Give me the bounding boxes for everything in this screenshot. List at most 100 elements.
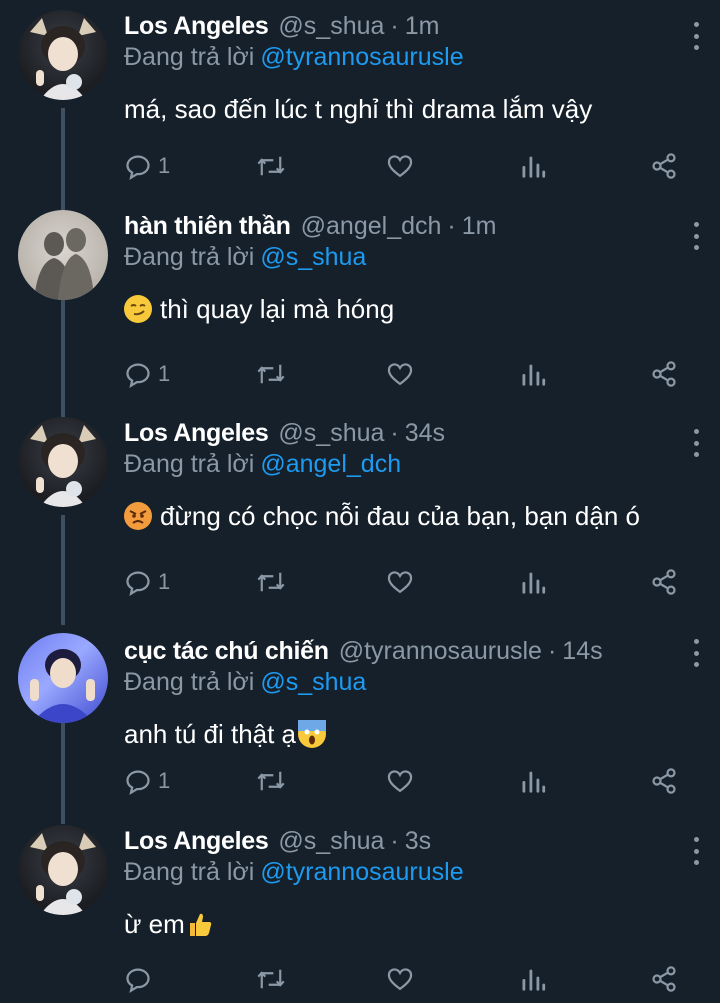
share-button[interactable] xyxy=(650,152,678,180)
retweet-button[interactable] xyxy=(256,965,286,993)
like-button[interactable] xyxy=(386,152,414,180)
retweet-icon xyxy=(256,568,286,596)
analytics-icon xyxy=(520,965,546,993)
reply-button[interactable]: 1 xyxy=(124,568,170,596)
more-icon[interactable] xyxy=(692,639,700,667)
reply-icon xyxy=(124,767,152,795)
avatar[interactable] xyxy=(18,10,108,100)
tweet-text-content: anh tú đi thật ạ xyxy=(124,719,297,749)
tweet[interactable]: hàn thiên thần @angel_dch · 1m Đang trả … xyxy=(0,210,720,417)
reply-icon xyxy=(124,360,152,388)
reply-count: 1 xyxy=(158,569,171,594)
display-name[interactable]: hàn thiên thần xyxy=(124,210,291,242)
analytics-button[interactable] xyxy=(520,965,546,993)
like-button[interactable] xyxy=(386,767,414,795)
analytics-button[interactable] xyxy=(520,568,546,596)
share-icon xyxy=(650,767,678,795)
analytics-icon xyxy=(520,568,546,596)
tweet-text-content: thì quay lại mà hóng xyxy=(160,294,395,324)
replying-to-label: Đang trả lời xyxy=(124,858,255,886)
retweet-button[interactable] xyxy=(256,568,286,596)
share-button[interactable] xyxy=(650,965,678,993)
handle[interactable]: @s_shua xyxy=(278,417,384,449)
reply-icon xyxy=(124,568,152,596)
like-icon xyxy=(386,360,414,388)
display-name[interactable]: Los Angeles xyxy=(124,10,269,42)
replying-to-handle[interactable]: @angel_dch xyxy=(260,450,401,478)
like-button[interactable] xyxy=(386,965,414,993)
reply-count: 1 xyxy=(158,768,171,793)
reply-button[interactable] xyxy=(124,965,158,993)
replying-to-handle[interactable]: @tyrannosaurusle xyxy=(260,858,463,886)
like-button[interactable] xyxy=(386,568,414,596)
timestamp[interactable]: 14s xyxy=(562,635,602,667)
like-icon xyxy=(386,568,414,596)
more-icon[interactable] xyxy=(692,22,700,50)
tweet[interactable]: cục tác chú chiến @tyrannosaurusle · 14s… xyxy=(0,625,720,825)
analytics-button[interactable] xyxy=(520,767,546,795)
thumbs-up-emoji xyxy=(186,910,214,938)
reply-button[interactable]: 1 xyxy=(124,152,170,180)
reply-icon xyxy=(124,965,152,993)
replying-to-label: Đang trả lời xyxy=(124,450,255,478)
retweet-button[interactable] xyxy=(256,152,286,180)
retweet-icon xyxy=(256,152,286,180)
handle[interactable]: @tyrannosaurusle xyxy=(339,635,542,667)
more-icon[interactable] xyxy=(692,429,700,457)
share-icon xyxy=(650,965,678,993)
handle[interactable]: @s_shua xyxy=(278,10,384,42)
tweet[interactable]: Los Angeles @s_shua · 34s Đang trả lời @a… xyxy=(0,417,720,625)
retweet-button[interactable] xyxy=(256,360,286,388)
scream-emoji xyxy=(298,720,327,748)
replying-to-handle[interactable]: @s_shua xyxy=(260,243,366,271)
handle[interactable]: @s_shua xyxy=(278,825,384,857)
timestamp[interactable]: 1m xyxy=(405,10,440,42)
reply-button[interactable]: 1 xyxy=(124,360,170,388)
like-icon xyxy=(386,767,414,795)
replying-to-label: Đang trả lời xyxy=(124,243,255,271)
replying-to-label: Đang trả lời xyxy=(124,43,255,71)
timestamp[interactable]: 3s xyxy=(405,825,431,857)
avatar[interactable] xyxy=(18,825,108,915)
display-name[interactable]: cục tác chú chiến xyxy=(124,635,329,667)
like-button[interactable] xyxy=(386,360,414,388)
share-icon xyxy=(650,152,678,180)
share-button[interactable] xyxy=(650,767,678,795)
avatar[interactable] xyxy=(18,210,108,300)
share-button[interactable] xyxy=(650,360,678,388)
retweet-button[interactable] xyxy=(256,767,286,795)
reply-icon xyxy=(124,152,152,180)
tweet[interactable]: Los Angeles @s_shua · 3s Đang trả lời @ty… xyxy=(0,825,720,1003)
retweet-icon xyxy=(256,965,286,993)
display-name[interactable]: Los Angeles xyxy=(124,825,269,857)
reply-button[interactable]: 1 xyxy=(124,767,170,795)
reply-count: 1 xyxy=(158,153,171,178)
tweet[interactable]: Los Angeles @s_shua · 1m Đang trả lời @ty… xyxy=(0,10,720,210)
analytics-button[interactable] xyxy=(520,152,546,180)
tweet-text: ừ em xyxy=(124,907,700,941)
more-icon[interactable] xyxy=(692,837,700,865)
share-button[interactable] xyxy=(650,568,678,596)
tweet-text-content: má, sao đến lúc t nghỉ thì drama lắm vậy xyxy=(124,94,593,124)
avatar[interactable] xyxy=(18,417,108,507)
tweet-text: má, sao đến lúc t nghỉ thì drama lắm vậy xyxy=(124,92,700,126)
separator-dot: · xyxy=(447,212,456,240)
smirk-emoji xyxy=(124,295,152,323)
replying-to-handle[interactable]: @tyrannosaurusle xyxy=(260,43,463,71)
display-name[interactable]: Los Angeles xyxy=(124,417,269,449)
handle[interactable]: @angel_dch xyxy=(301,210,442,242)
analytics-icon xyxy=(520,767,546,795)
replying-to-handle[interactable]: @s_shua xyxy=(260,668,366,696)
analytics-button[interactable] xyxy=(520,360,546,388)
separator-dot: · xyxy=(390,827,399,855)
timestamp[interactable]: 1m xyxy=(462,210,497,242)
replying-to-label: Đang trả lời xyxy=(124,668,255,696)
timestamp[interactable]: 34s xyxy=(405,417,445,449)
separator-dot: · xyxy=(390,12,399,40)
share-icon xyxy=(650,360,678,388)
avatar[interactable] xyxy=(18,633,108,723)
share-icon xyxy=(650,568,678,596)
tweet-text: đừng có chọc nỗi đau của bạn, bạn dận ó xyxy=(124,499,700,533)
tweet-text-content: đừng có chọc nỗi đau của bạn, bạn dận ó xyxy=(160,501,640,531)
more-icon[interactable] xyxy=(692,222,700,250)
